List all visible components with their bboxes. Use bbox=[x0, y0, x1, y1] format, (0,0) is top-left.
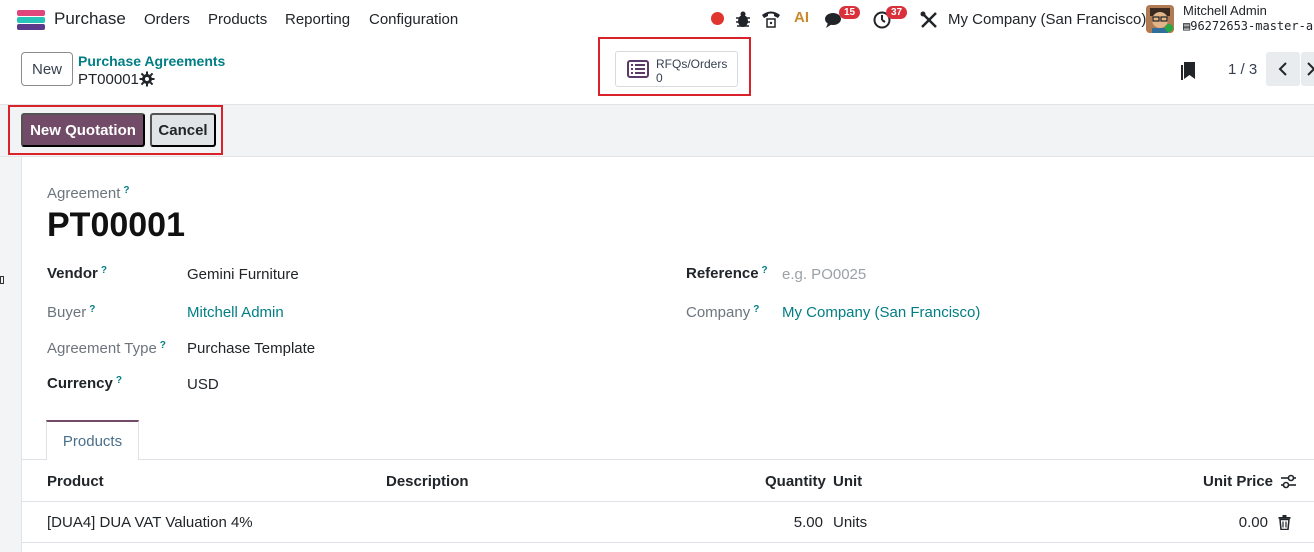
highlight-box-action-buttons bbox=[8, 105, 223, 155]
row-quantity[interactable]: 5.00 bbox=[784, 514, 823, 531]
messages-badge: 15 bbox=[839, 6, 861, 19]
app-logo-icon[interactable] bbox=[17, 10, 45, 30]
menu-reporting[interactable]: Reporting bbox=[285, 11, 350, 28]
reference-input[interactable]: e.g. PO0025 bbox=[782, 266, 866, 283]
new-button[interactable]: New bbox=[21, 52, 73, 86]
agreement-type-label: Agreement Type? bbox=[47, 340, 166, 357]
pager-next-button[interactable] bbox=[1301, 52, 1314, 86]
edge-marker bbox=[0, 276, 4, 284]
agreement-title-label: Agreement? bbox=[47, 185, 130, 202]
vendor-label: Vendor? bbox=[47, 265, 107, 282]
row-unit[interactable]: Units bbox=[833, 514, 867, 531]
pager-previous-button[interactable] bbox=[1266, 52, 1300, 86]
bug-icon[interactable] bbox=[735, 10, 751, 28]
reference-label: Reference? bbox=[686, 265, 768, 282]
column-unit-price[interactable]: Unit Price bbox=[1203, 473, 1273, 490]
chevron-left-icon bbox=[1278, 62, 1287, 76]
trash-icon[interactable] bbox=[1278, 515, 1291, 530]
table-header-divider bbox=[21, 501, 1314, 502]
ai-icon[interactable]: AI bbox=[794, 9, 809, 26]
company-label: Company? bbox=[686, 304, 760, 321]
phone-icon[interactable] bbox=[760, 9, 782, 29]
tools-icon[interactable] bbox=[920, 11, 938, 29]
activities-badge: 37 bbox=[886, 6, 908, 19]
user-avatar[interactable] bbox=[1146, 5, 1174, 33]
highlight-box-smart-button bbox=[598, 37, 751, 96]
vendor-field[interactable]: Gemini Furniture bbox=[187, 266, 299, 283]
agreement-title-value[interactable]: PT00001 bbox=[47, 206, 185, 245]
menu-products[interactable]: Products bbox=[208, 11, 267, 28]
top-navbar: Purchase Orders Products Reporting Confi… bbox=[0, 0, 1314, 40]
bookmark-icon[interactable] bbox=[1181, 61, 1197, 81]
column-product[interactable]: Product bbox=[47, 473, 104, 490]
help-icon[interactable]: ? bbox=[116, 375, 122, 386]
buyer-field[interactable]: Mitchell Admin bbox=[187, 304, 284, 321]
buyer-label: Buyer? bbox=[47, 304, 96, 321]
menu-configuration[interactable]: Configuration bbox=[369, 11, 458, 28]
chevron-right-icon bbox=[1307, 62, 1314, 76]
menu-orders[interactable]: Orders bbox=[144, 11, 190, 28]
gear-icon[interactable] bbox=[139, 71, 155, 87]
database-name: ▤96272653-master-a bbox=[1183, 19, 1314, 33]
column-description[interactable]: Description bbox=[386, 473, 469, 490]
breadcrumb-purchase-agreements[interactable]: Purchase Agreements bbox=[78, 53, 225, 69]
help-icon[interactable]: ? bbox=[123, 185, 129, 196]
table-row-divider bbox=[21, 542, 1314, 543]
help-icon[interactable]: ? bbox=[753, 304, 759, 315]
currency-field[interactable]: USD bbox=[187, 376, 219, 393]
column-quantity[interactable]: Quantity bbox=[765, 473, 826, 490]
pager-value[interactable]: 1 / 3 bbox=[1228, 61, 1257, 78]
breadcrumb-record-name: PT00001 bbox=[78, 71, 139, 88]
tab-products[interactable]: Products bbox=[46, 420, 139, 460]
user-name[interactable]: Mitchell Admin bbox=[1183, 3, 1267, 18]
row-unit-price[interactable]: 0.00 bbox=[1230, 514, 1268, 531]
help-icon[interactable]: ? bbox=[160, 340, 166, 351]
help-icon[interactable]: ? bbox=[762, 265, 768, 276]
row-product[interactable]: [DUA4] DUA VAT Valuation 4% bbox=[47, 514, 253, 531]
help-icon[interactable]: ? bbox=[101, 265, 107, 276]
tab-divider bbox=[21, 459, 1314, 460]
currency-label: Currency? bbox=[47, 375, 122, 392]
agreement-type-field[interactable]: Purchase Template bbox=[187, 340, 315, 357]
help-icon[interactable]: ? bbox=[89, 304, 95, 315]
column-unit[interactable]: Unit bbox=[833, 473, 862, 490]
column-settings-icon[interactable] bbox=[1280, 474, 1297, 489]
record-indicator-icon[interactable] bbox=[711, 12, 724, 25]
app-name[interactable]: Purchase bbox=[54, 9, 126, 29]
company-switcher[interactable]: My Company (San Francisco) bbox=[948, 11, 1146, 28]
company-field[interactable]: My Company (San Francisco) bbox=[782, 304, 980, 321]
